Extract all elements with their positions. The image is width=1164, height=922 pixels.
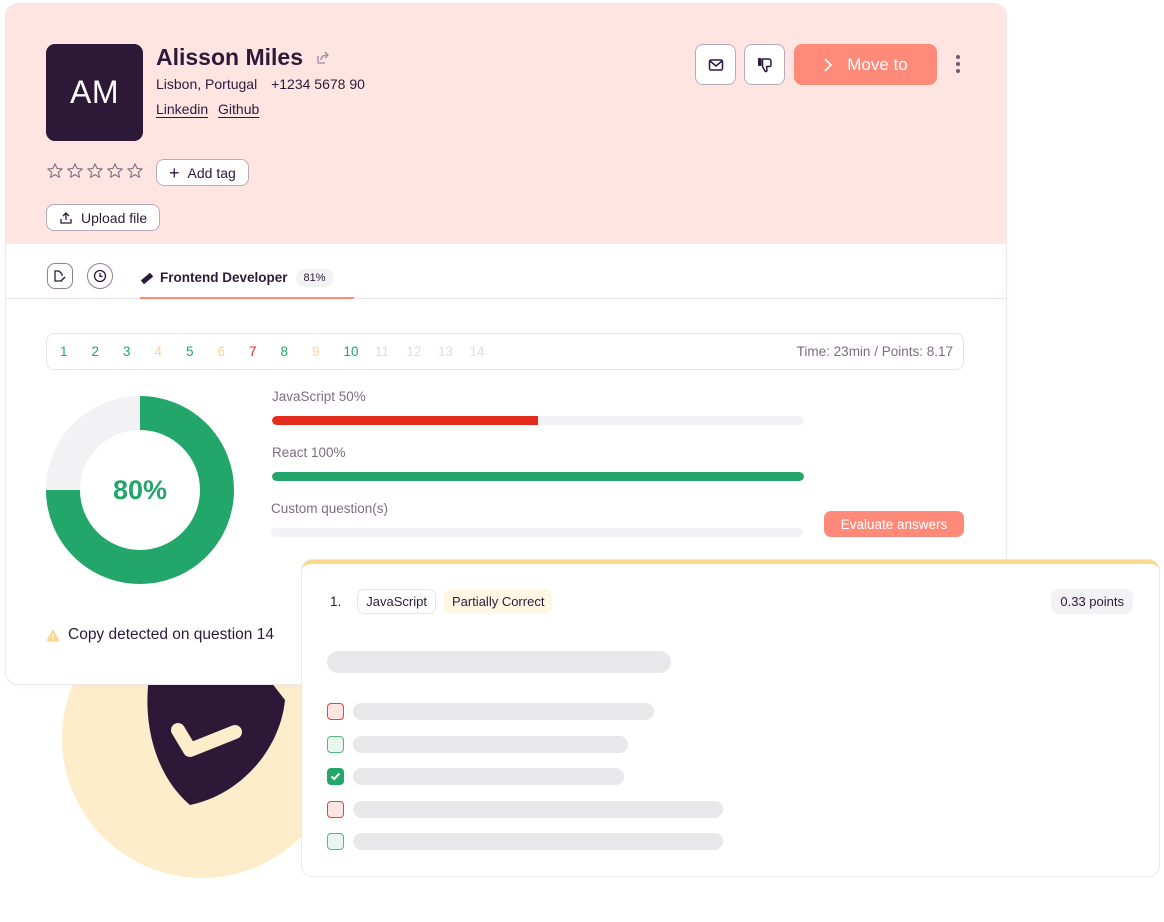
question-link-3[interactable]: 3 bbox=[123, 344, 155, 359]
points-badge: 0.33 points bbox=[1051, 589, 1133, 614]
topic-chip: JavaScript bbox=[357, 589, 436, 614]
edit-document-icon bbox=[54, 270, 66, 282]
more-options-icon[interactable] bbox=[951, 52, 965, 76]
question-link-1[interactable]: 1 bbox=[60, 344, 92, 359]
question-text-placeholder bbox=[327, 651, 671, 673]
question-link-14[interactable]: 14 bbox=[470, 344, 502, 359]
contact-info: Lisbon, Portugal +1234 5678 90 bbox=[156, 76, 365, 92]
question-link-11[interactable]: 11 bbox=[375, 344, 407, 359]
score-percentage: 80% bbox=[112, 474, 168, 505]
upload-file-label: Upload file bbox=[81, 209, 148, 226]
linkedin-link[interactable]: Linkedin bbox=[156, 101, 208, 117]
result-chip: Partially Correct bbox=[443, 589, 553, 614]
question-link-4[interactable]: 4 bbox=[155, 344, 187, 359]
question-link-10[interactable]: 10 bbox=[344, 344, 376, 359]
warning-text: Copy detected on question 14 bbox=[68, 626, 274, 643]
star-rating[interactable] bbox=[46, 162, 144, 180]
add-tag-label: Add tag bbox=[187, 164, 236, 181]
skill-label: Custom question(s) bbox=[271, 501, 389, 516]
answer-option bbox=[327, 833, 723, 850]
evaluate-answers-button[interactable]: Evaluate answers bbox=[824, 511, 964, 537]
candidate-location: Lisbon, Portugal bbox=[156, 76, 258, 92]
question-link-2[interactable]: 2 bbox=[92, 344, 124, 359]
skill-progress-fill bbox=[272, 416, 538, 425]
skill-label: JavaScript 50% bbox=[272, 389, 366, 404]
star-icon[interactable] bbox=[106, 162, 124, 180]
question-link-6[interactable]: 6 bbox=[218, 344, 250, 359]
star-icon[interactable] bbox=[66, 162, 84, 180]
skill-progress-track bbox=[272, 472, 804, 481]
answer-option bbox=[327, 768, 624, 785]
skill-label: React 100% bbox=[272, 445, 346, 460]
skill-progress-track bbox=[272, 416, 804, 425]
reject-button[interactable] bbox=[744, 44, 785, 85]
candidate-header: AM Alisson Miles Lisbon, Portugal +1234 … bbox=[6, 4, 1006, 244]
question-link-9[interactable]: 9 bbox=[312, 344, 344, 359]
mail-icon bbox=[708, 58, 723, 71]
checkmark-icon bbox=[330, 772, 341, 781]
tab-frontend-developer[interactable]: Frontend Developer 81% bbox=[140, 258, 354, 299]
option-text-placeholder bbox=[353, 703, 654, 720]
answer-checkbox[interactable] bbox=[327, 736, 344, 753]
skill-react: React 100% bbox=[272, 445, 804, 481]
move-to-button[interactable]: Move to bbox=[794, 44, 937, 85]
skill-progress-track bbox=[271, 528, 803, 537]
time-points-summary: Time: 23min / Points: 8.17 bbox=[796, 344, 953, 359]
answer-checkbox[interactable] bbox=[327, 768, 344, 785]
tab-notes[interactable] bbox=[47, 263, 73, 289]
send-email-button[interactable] bbox=[695, 44, 736, 85]
skill-javascript: JavaScript 50% bbox=[272, 389, 804, 425]
question-link-5[interactable]: 5 bbox=[186, 344, 218, 359]
warning-icon bbox=[46, 629, 60, 641]
clock-icon bbox=[93, 269, 107, 283]
tab-label: Frontend Developer bbox=[160, 270, 288, 285]
question-number: 1. bbox=[330, 594, 342, 609]
option-text-placeholder bbox=[353, 801, 723, 818]
thumbs-down-icon bbox=[757, 57, 772, 72]
question-link-8[interactable]: 8 bbox=[281, 344, 313, 359]
ruler-icon bbox=[140, 272, 154, 284]
skill-custom-questions: Custom question(s) bbox=[271, 501, 803, 537]
answer-option bbox=[327, 801, 723, 818]
plus-icon: + bbox=[169, 162, 180, 183]
add-tag-button[interactable]: + Add tag bbox=[156, 159, 249, 186]
avatar: AM bbox=[46, 44, 143, 141]
candidate-phone: +1234 5678 90 bbox=[271, 76, 365, 92]
question-navigator: 1 2 3 4 5 6 7 8 9 10 11 12 13 14 Time: 23min / Points… bbox=[46, 333, 964, 370]
question-link-13[interactable]: 13 bbox=[438, 344, 470, 359]
candidate-name: Alisson Miles bbox=[156, 44, 303, 70]
option-text-placeholder bbox=[353, 736, 628, 753]
star-icon[interactable] bbox=[46, 162, 64, 180]
upload-icon bbox=[60, 211, 72, 224]
answer-checkbox[interactable] bbox=[327, 703, 344, 720]
move-to-label: Move to bbox=[847, 54, 908, 74]
option-text-placeholder bbox=[353, 768, 624, 785]
tab-bar: Frontend Developer 81% bbox=[6, 244, 1006, 299]
tab-score-badge: 81% bbox=[295, 268, 334, 287]
upload-file-button[interactable]: Upload file bbox=[46, 204, 161, 231]
option-text-placeholder bbox=[353, 833, 723, 850]
answer-option bbox=[327, 736, 628, 753]
skill-progress-fill bbox=[272, 472, 804, 481]
star-icon[interactable] bbox=[86, 162, 104, 180]
question-link-7[interactable]: 7 bbox=[249, 344, 281, 359]
answer-checkbox[interactable] bbox=[327, 801, 344, 818]
external-link-icon[interactable] bbox=[315, 50, 331, 66]
answer-option bbox=[327, 703, 654, 720]
answer-card: 1. JavaScript Partially Correct 0.33 poi… bbox=[302, 560, 1159, 876]
copy-warning: Copy detected on question 14 bbox=[46, 626, 274, 644]
star-icon[interactable] bbox=[126, 162, 144, 180]
tab-history[interactable] bbox=[87, 263, 113, 289]
question-link-12[interactable]: 12 bbox=[407, 344, 439, 359]
profile-links: Linkedin Github bbox=[156, 101, 265, 117]
answer-checkbox[interactable] bbox=[327, 833, 344, 850]
chevron-right-icon bbox=[824, 57, 833, 72]
github-link[interactable]: Github bbox=[218, 101, 259, 117]
